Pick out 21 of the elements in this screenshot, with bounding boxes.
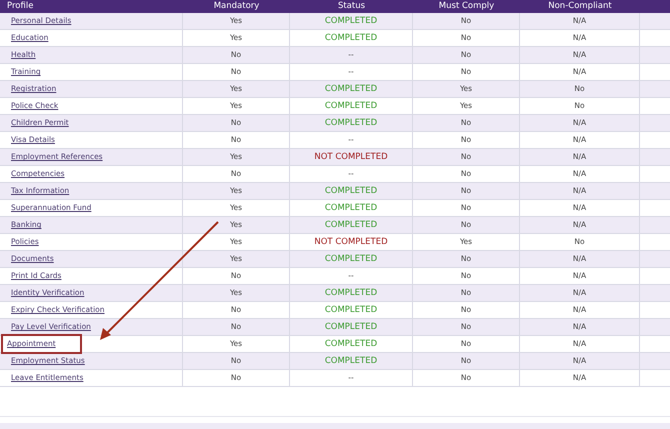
- status-value: COMPLETED: [324, 218, 378, 232]
- column-header: Status: [338, 1, 366, 11]
- status-value: COMPLETED: [324, 320, 378, 334]
- status-value: COMPLETED: [324, 252, 378, 266]
- column-header: Non-Compliant: [548, 1, 612, 11]
- status-value: COMPLETED: [324, 338, 378, 350]
- status-value: COMPLETED: [324, 32, 378, 44]
- status-value: COMPLETED: [324, 100, 378, 112]
- status-value: COMPLETED: [324, 184, 378, 198]
- status-value: COMPLETED: [324, 14, 378, 28]
- column-header: Mandatory: [214, 1, 260, 11]
- status-value: NOT COMPLETED: [314, 150, 388, 164]
- status-value: COMPLETED: [324, 82, 378, 96]
- status-value: COMPLETED: [324, 116, 378, 130]
- status-value: COMPLETED: [324, 304, 378, 316]
- column-header: Profile: [7, 1, 34, 11]
- status-value: COMPLETED: [324, 202, 378, 214]
- column-header: Must Comply: [438, 1, 494, 11]
- status-value: COMPLETED: [324, 286, 378, 300]
- status-value: NOT COMPLETED: [314, 236, 388, 248]
- status-value: COMPLETED: [324, 354, 378, 368]
